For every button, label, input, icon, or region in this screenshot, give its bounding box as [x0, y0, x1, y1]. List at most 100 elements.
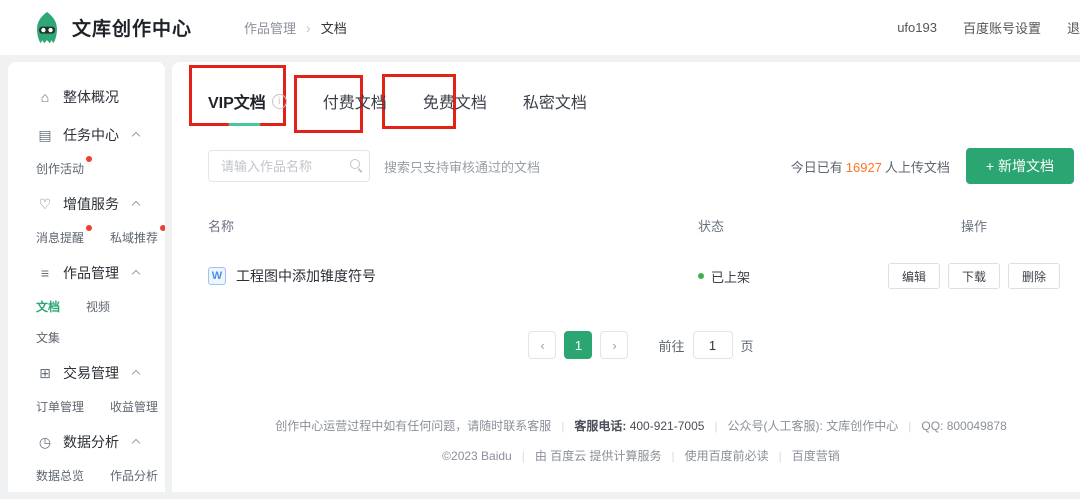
breadcrumb: 作品管理 › 文档	[244, 18, 347, 37]
footer-support-line: 创作中心运营过程中如有任何问题，请随时联系客服|客服电话: 400-921-70…	[208, 417, 1074, 434]
download-button[interactable]: 下载	[948, 263, 1000, 289]
breadcrumb-section[interactable]: 作品管理	[244, 18, 296, 37]
phone-label: 客服电话:	[574, 419, 629, 433]
breadcrumb-current: 文档	[321, 18, 347, 37]
cloud-credit: 由 百度云 提供计算服务	[535, 449, 662, 463]
home-icon: ⌂	[36, 89, 54, 105]
logout-link[interactable]: 退出	[1067, 18, 1080, 37]
search-box	[208, 150, 370, 182]
notification-dot	[86, 156, 92, 162]
sidebar-item-value-services[interactable]: ♡ 增值服务	[8, 193, 165, 215]
table-row: W 工程图中添加锥度符号 已上架 编辑 下载 删除	[208, 263, 1074, 289]
sidebar-item-creation-activity[interactable]: 创作活动	[36, 160, 84, 177]
tab-vip-docs[interactable]: VIP文档 i	[208, 89, 287, 117]
sidebar-item-message-reminder[interactable]: 消息提醒	[36, 229, 84, 246]
chevron-up-icon	[132, 270, 140, 278]
value-services-subitems: 消息提醒 私域推荐	[8, 229, 165, 246]
documents-table: 名称 状态 操作 W 工程图中添加锥度符号 已上架 编辑 下载 删除	[208, 216, 1074, 289]
sidebar-item-income-management[interactable]: 收益管理	[110, 398, 158, 415]
sidebar-item-private-domain[interactable]: 私域推荐	[110, 229, 158, 246]
status-dot-icon	[698, 273, 704, 279]
works-subitems-row1: 文档 视频	[8, 298, 165, 315]
search-input[interactable]	[208, 150, 370, 182]
column-header-actions: 操作	[874, 216, 1074, 235]
doc-name-cell[interactable]: W 工程图中添加锥度符号	[208, 266, 698, 286]
app-title: 文库创作中心	[72, 14, 192, 41]
breadcrumb-separator-icon: ›	[306, 20, 311, 36]
sidebar-item-order-management[interactable]: 订单管理	[36, 398, 84, 415]
column-header-name: 名称	[208, 216, 698, 235]
prev-page-button[interactable]: ‹	[528, 331, 556, 359]
sidebar-item-data-analytics[interactable]: ◷ 数据分析	[8, 431, 165, 453]
page-1-button[interactable]: 1	[564, 331, 592, 359]
task-icon: ▤	[36, 127, 54, 144]
notification-dot	[160, 225, 165, 231]
qq-number: 800049878	[947, 419, 1007, 433]
header-right: ufo193 百度账号设置 退出	[897, 0, 1080, 55]
word-doc-icon: W	[208, 267, 226, 285]
wechat-account: 文库创作中心	[826, 419, 898, 433]
username-link[interactable]: ufo193	[897, 20, 937, 35]
upload-stat: 今日已有16927人上传文档	[791, 157, 950, 176]
doc-title[interactable]: 工程图中添加锥度符号	[236, 266, 376, 286]
top-header: 文库创作中心 作品管理 › 文档 ufo193 百度账号设置 退出	[0, 0, 1080, 55]
copyright: ©2023 Baidu	[442, 449, 512, 463]
sidebar-item-work-analysis[interactable]: 作品分析	[110, 467, 158, 484]
doc-actions-cell: 编辑 下载 删除	[874, 263, 1074, 289]
trade-subitems: 订单管理 收益管理	[8, 398, 165, 415]
search-hint: 搜索只支持审核通过的文档	[384, 157, 540, 176]
wenku-logo[interactable]: 文库创作中心	[30, 11, 192, 45]
goto-page: 前往 页	[658, 331, 753, 359]
sidebar-item-documents[interactable]: 文档	[36, 298, 60, 315]
works-subitems-row2: 文集	[8, 329, 165, 346]
add-document-button[interactable]: + 新增文档	[966, 148, 1074, 184]
squid-mascot-icon	[30, 11, 64, 45]
info-icon[interactable]: i	[272, 94, 287, 109]
edit-button[interactable]: 编辑	[888, 263, 940, 289]
column-header-status: 状态	[698, 216, 874, 235]
phone-number: 400-921-7005	[630, 419, 705, 433]
chevron-up-icon	[132, 201, 140, 209]
marketing-link[interactable]: 百度营销	[792, 449, 840, 463]
sidebar-item-data-summary[interactable]: 数据总览	[36, 467, 84, 484]
active-tab-underline	[229, 123, 261, 126]
search-icon[interactable]	[350, 159, 360, 169]
must-read-link[interactable]: 使用百度前必读	[685, 449, 769, 463]
chevron-up-icon	[132, 439, 140, 447]
main-content: VIP文档 i 付费文档 免费文档 私密文档 搜索只支持审核通过的文档 今日已有…	[172, 62, 1080, 492]
clock-icon: ◷	[36, 434, 54, 451]
tab-paid-docs[interactable]: 付费文档	[323, 89, 387, 117]
next-page-button[interactable]: ›	[600, 331, 628, 359]
page-body: ⌂ 整体概况 ▤ 任务中心 创作活动 ♡ 增值服务 消息提醒 私域推荐	[0, 55, 1080, 492]
account-settings-link[interactable]: 百度账号设置	[963, 18, 1041, 37]
sidebar-item-works-management[interactable]: ≡ 作品管理	[8, 262, 165, 284]
delete-button[interactable]: 删除	[1008, 263, 1060, 289]
upload-count: 16927	[846, 160, 882, 175]
sidebar: ⌂ 整体概况 ▤ 任务中心 创作活动 ♡ 增值服务 消息提醒 私域推荐	[8, 62, 165, 492]
pagination: ‹ 1 › 前往 页	[208, 331, 1074, 359]
footer: 创作中心运营过程中如有任何问题，请随时联系客服|客服电话: 400-921-70…	[208, 417, 1074, 464]
tab-private-docs[interactable]: 私密文档	[523, 89, 587, 117]
trade-icon: ⊞	[36, 365, 54, 382]
analytics-subitems: 数据总览 作品分析	[8, 467, 165, 484]
sidebar-item-collections[interactable]: 文集	[36, 329, 60, 346]
status-badge: 已上架	[711, 267, 750, 286]
task-center-subitems: 创作活动	[8, 160, 165, 177]
sidebar-item-videos[interactable]: 视频	[86, 298, 110, 315]
tab-free-docs[interactable]: 免费文档	[423, 89, 487, 117]
doc-type-tabs: VIP文档 i 付费文档 免费文档 私密文档	[208, 88, 1074, 118]
sidebar-item-overview[interactable]: ⌂ 整体概况	[8, 86, 165, 108]
layers-icon: ≡	[36, 265, 54, 281]
doc-status-cell: 已上架	[698, 267, 874, 286]
notification-dot	[86, 225, 92, 231]
chevron-up-icon	[132, 370, 140, 378]
sidebar-item-trade-management[interactable]: ⊞ 交易管理	[8, 362, 165, 384]
footer-legal-line: ©2023 Baidu|由 百度云 提供计算服务|使用百度前必读|百度营销	[208, 447, 1074, 464]
goto-page-input[interactable]	[693, 331, 733, 359]
heart-icon: ♡	[36, 196, 54, 213]
sidebar-item-task-center[interactable]: ▤ 任务中心	[8, 124, 165, 146]
table-header: 名称 状态 操作	[208, 216, 1074, 235]
chevron-up-icon	[132, 132, 140, 140]
qq-label: QQ:	[921, 419, 946, 433]
wechat-label: 公众号(人工客服):	[728, 419, 827, 433]
